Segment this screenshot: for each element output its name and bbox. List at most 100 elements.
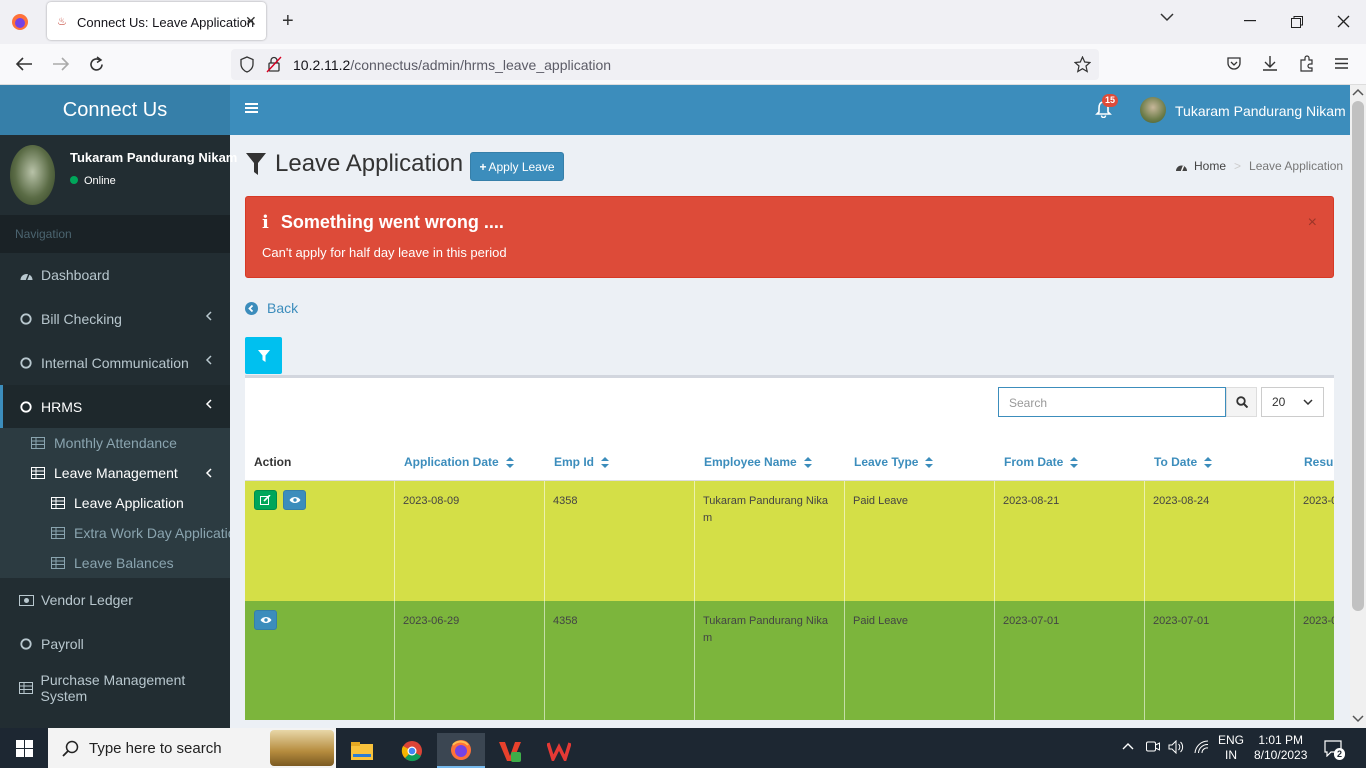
column-emp-id[interactable]: Emp Id <box>554 455 610 469</box>
file-explorer-icon[interactable] <box>338 733 386 768</box>
sidebar-item-leave-balances[interactable]: Leave Balances <box>0 548 230 578</box>
window-close-icon[interactable] <box>1337 15 1350 28</box>
user-avatar[interactable] <box>1140 97 1166 123</box>
firefox-taskbar-icon[interactable] <box>437 733 485 768</box>
scrollbar-thumb[interactable] <box>1352 101 1364 611</box>
language-indicator[interactable]: ENG IN <box>1218 733 1244 763</box>
view-button[interactable] <box>254 610 277 630</box>
sidebar-item-bill-checking[interactable]: Bill Checking <box>0 297 230 341</box>
sidebar-user-name: Tukaram Pandurang Nikam <box>70 150 238 165</box>
column-application-date[interactable]: Application Date <box>404 455 514 469</box>
to-date-cell: 2023-07-01 <box>1145 601 1295 720</box>
column-to-date[interactable]: To Date <box>1154 455 1213 469</box>
extensions-icon[interactable] <box>1298 55 1315 72</box>
application-date-cell: 2023-08-09 <box>395 481 545 601</box>
chevron-left-icon <box>205 399 212 409</box>
column-from-date[interactable]: From Date <box>1004 455 1079 469</box>
tab-favicon-icon: ♨ <box>57 16 67 28</box>
browser-tab[interactable]: ♨ Connect Us: Leave Application ✕ <box>47 2 266 40</box>
vs-app-icon[interactable] <box>486 733 534 768</box>
network-icon[interactable] <box>1194 740 1210 754</box>
back-arrow-icon[interactable] <box>15 56 33 72</box>
wps-office-icon[interactable] <box>535 733 583 768</box>
table-icon <box>51 497 65 509</box>
windows-start-icon[interactable] <box>16 740 33 757</box>
volume-icon[interactable] <box>1168 740 1184 754</box>
new-tab-icon[interactable]: + <box>282 10 294 33</box>
sidebar-item-monthly-attendance[interactable]: Monthly Attendance <box>0 428 230 458</box>
sidebar-item-extra-work-day[interactable]: Extra Work Day Application <box>0 518 230 548</box>
application-date-cell: 2023-06-29 <box>395 601 545 720</box>
leave-type-cell: Paid Leave <box>845 481 995 601</box>
meet-now-icon[interactable] <box>1146 740 1160 753</box>
hamburger-menu-icon[interactable] <box>1334 57 1349 70</box>
restore-icon[interactable] <box>1291 16 1303 28</box>
search-highlight-lion-image <box>270 730 334 766</box>
column-leave-type[interactable]: Leave Type <box>854 455 934 469</box>
eye-icon <box>289 496 301 504</box>
breadcrumb-current: Leave Application <box>1249 159 1344 173</box>
table-header: Action Application Date Emp Id Employee … <box>245 443 1334 481</box>
online-dot-icon <box>70 176 78 184</box>
table-row: 2023-06-29 4358 Tukaram Pandurang Nikam … <box>245 601 1334 720</box>
sidebar-item-purchase-management[interactable]: Purchase Management System <box>0 666 230 710</box>
page-title: Leave Application <box>245 150 463 178</box>
emp-id-cell: 4358 <box>545 601 695 720</box>
sidebar-item-payroll[interactable]: Payroll <box>0 622 230 666</box>
tab-close-icon[interactable]: ✕ <box>245 13 257 30</box>
column-employee-name[interactable]: Employee Name <box>704 455 812 469</box>
alert-message: Can't apply for half day leave in this p… <box>262 245 507 260</box>
notification-badge: 15 <box>1102 94 1119 107</box>
circle-icon <box>18 401 34 413</box>
view-button[interactable] <box>283 490 306 510</box>
downloads-icon[interactable] <box>1262 55 1278 72</box>
pocket-icon[interactable] <box>1226 56 1242 72</box>
sidebar-item-dashboard[interactable]: Dashboard <box>0 253 230 297</box>
alert-close-icon[interactable]: × <box>1308 214 1317 232</box>
insecure-lock-icon[interactable] <box>266 56 282 73</box>
table-icon <box>51 557 65 569</box>
money-icon <box>18 594 34 606</box>
taskbar-search[interactable]: Type here to search <box>48 728 336 768</box>
brand-logo[interactable]: Connect Us <box>0 85 230 135</box>
sidebar-item-leave-application[interactable]: Leave Application <box>0 488 230 518</box>
sort-icon <box>1070 456 1079 468</box>
column-resume-date[interactable]: Resur <box>1304 455 1334 469</box>
edit-button[interactable] <box>254 490 277 510</box>
search-icon <box>62 740 79 757</box>
sidebar-item-internal-communication[interactable]: Internal Communication <box>0 341 230 385</box>
clock[interactable]: 1:01 PM 8/10/2023 <box>1254 733 1307 763</box>
employee-name-cell: Tukaram Pandurang Nikam <box>695 601 845 720</box>
page-size-select[interactable]: 20 <box>1261 387 1324 417</box>
sort-icon <box>803 456 812 468</box>
shield-icon[interactable] <box>239 56 255 73</box>
sidebar-item-hrms[interactable]: HRMS <box>0 385 230 429</box>
breadcrumb-home[interactable]: Home <box>1194 159 1226 173</box>
bookmark-star-icon[interactable] <box>1074 56 1091 73</box>
chrome-icon[interactable] <box>388 733 436 768</box>
tray-chevron-up-icon[interactable] <box>1122 742 1134 750</box>
search-input[interactable]: Search <box>998 387 1226 417</box>
table-icon <box>51 527 65 539</box>
tab-list-icon[interactable] <box>1160 12 1174 22</box>
header-user-name[interactable]: Tukaram Pandurang Nikam <box>1175 103 1346 119</box>
scroll-up-icon[interactable] <box>1352 88 1364 96</box>
filter-button[interactable] <box>245 337 282 374</box>
scroll-down-icon[interactable] <box>1352 715 1364 723</box>
apply-leave-button[interactable]: + Apply Leave <box>470 152 564 181</box>
forward-arrow-icon[interactable] <box>52 56 70 72</box>
back-link[interactable]: Back <box>245 300 298 316</box>
sidebar-item-vendor-ledger[interactable]: Vendor Ledger <box>0 578 230 622</box>
minimize-icon[interactable] <box>1244 20 1256 22</box>
arrow-circle-left-icon <box>245 301 258 315</box>
sort-icon <box>925 456 934 468</box>
chevron-left-icon <box>205 468 212 478</box>
table-row: 2023-08-09 4358 Tukaram Pandurang Nikam … <box>245 481 1334 601</box>
filter-funnel-icon <box>245 152 267 176</box>
sidebar-item-leave-management[interactable]: Leave Management <box>0 458 230 488</box>
sort-icon <box>601 456 610 468</box>
reload-icon[interactable] <box>88 56 105 73</box>
search-button[interactable] <box>1226 387 1257 417</box>
sidebar-toggle-icon[interactable] <box>245 102 258 114</box>
firefox-menu-icon[interactable] <box>11 13 29 31</box>
